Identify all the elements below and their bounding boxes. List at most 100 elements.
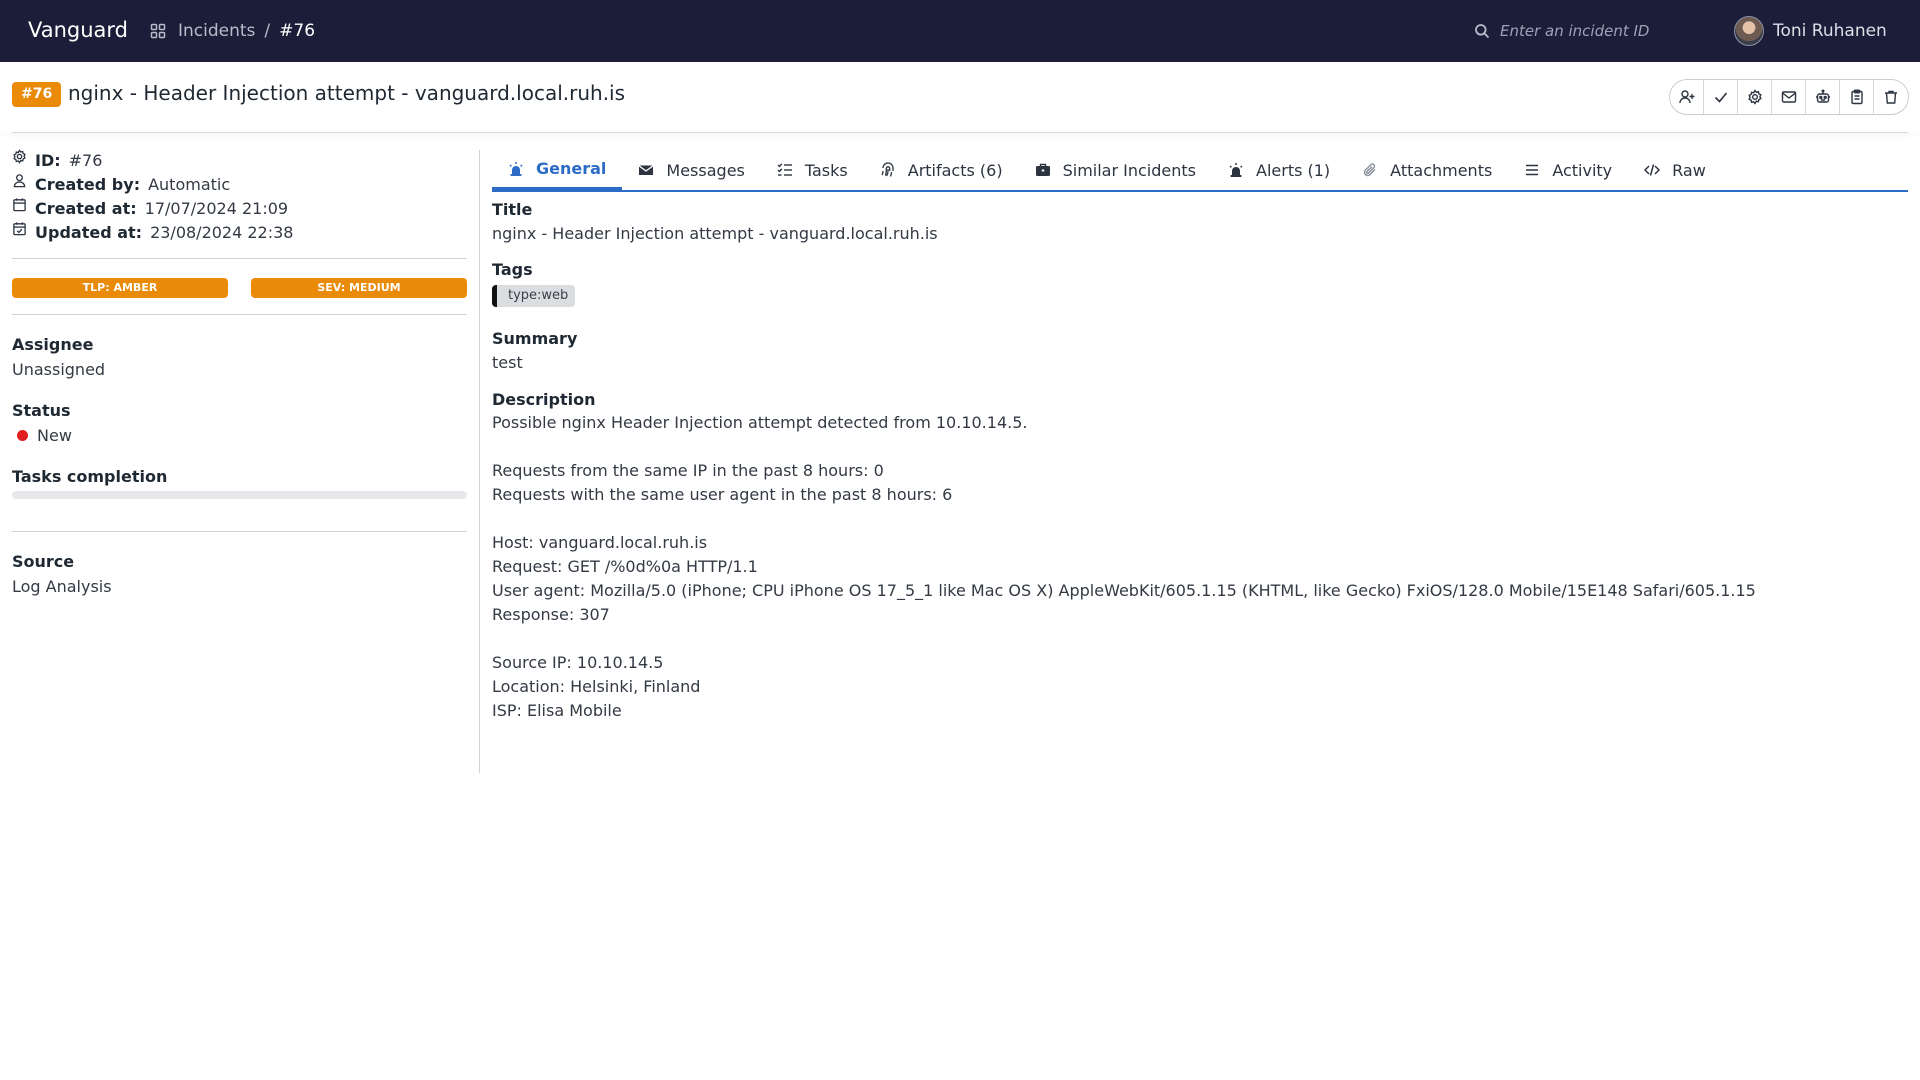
incident-actions xyxy=(1669,79,1909,115)
tab-label: Attachments xyxy=(1390,160,1493,180)
sidebar-divider xyxy=(12,258,467,259)
alarm-icon xyxy=(1229,163,1243,177)
description-line: Requests from the same IP in the past 8 … xyxy=(492,461,884,480)
breadcrumb: Incidents / #76 xyxy=(150,21,315,41)
general-tab-content: Title nginx - Header Injection attempt -… xyxy=(492,200,1892,723)
meta-updated-at: Updated at: 23/08/2024 22:38 xyxy=(12,220,467,244)
user-menu[interactable]: Toni Ruhanen xyxy=(1734,16,1887,46)
incident-sidebar: ID: #76 Created by: Automatic Created at… xyxy=(12,148,467,596)
status-indicator-dot xyxy=(17,430,28,441)
assignee-label: Assignee xyxy=(12,335,94,354)
severity-badge[interactable]: SEV: MEDIUM xyxy=(251,278,467,298)
tlp-badge[interactable]: TLP: AMBER xyxy=(12,278,228,298)
status-value: New xyxy=(37,426,72,445)
sidebar-divider xyxy=(12,531,467,532)
tab-label: Artifacts (6) xyxy=(907,160,1003,180)
description-line: Possible nginx Header Injection attempt … xyxy=(492,413,1028,432)
source-section: Source Log Analysis xyxy=(12,552,467,596)
status-label: Status xyxy=(12,401,71,420)
copy-button[interactable] xyxy=(1840,80,1874,114)
tab-label: Raw xyxy=(1672,160,1706,180)
incident-title: nginx - Header Injection attempt - vangu… xyxy=(68,81,626,105)
summary-label: Summary xyxy=(492,329,578,348)
resolve-button[interactable] xyxy=(1704,80,1738,114)
top-navbar: Vanguard Incidents / #76 Toni Ruhanen xyxy=(0,0,1920,62)
user-name[interactable]: Toni Ruhanen xyxy=(1773,21,1887,41)
tab-messages[interactable]: Messages xyxy=(622,150,760,190)
meta-created-by: Created by: Automatic xyxy=(12,172,467,196)
automation-button[interactable] xyxy=(1806,80,1840,114)
tab-label: Tasks xyxy=(804,160,848,180)
envelope-icon xyxy=(639,165,654,175)
breadcrumb-incidents-link[interactable]: Incidents xyxy=(178,21,255,41)
tab-attachments[interactable]: Attachments xyxy=(1346,150,1508,190)
created-at-label: Created at: xyxy=(35,198,137,218)
created-at-value: 17/07/2024 21:09 xyxy=(144,198,289,218)
description-label: Description xyxy=(492,390,596,409)
paperclip-icon xyxy=(1364,163,1376,177)
assignee-value[interactable]: Unassigned xyxy=(12,360,467,379)
tab-tasks[interactable]: Tasks xyxy=(761,150,864,190)
created-by-label: Created by: xyxy=(35,174,141,194)
tasklist-icon xyxy=(777,163,792,176)
grid-icon xyxy=(150,23,166,39)
description-line: ISP: Elisa Mobile xyxy=(492,701,622,720)
siren-icon xyxy=(509,161,523,176)
gear-icon xyxy=(13,148,26,164)
tab-alerts[interactable]: Alerts (1) xyxy=(1212,150,1346,190)
source-value: Log Analysis xyxy=(12,577,112,596)
tab-artifacts[interactable]: Artifacts (6) xyxy=(864,150,1019,190)
clipboard-icon xyxy=(1850,89,1863,105)
description-line: Requests with the same user agent in the… xyxy=(492,485,953,504)
incident-header: #76 nginx - Header Injection attempt - v… xyxy=(0,62,1920,132)
tab-label: Messages xyxy=(666,160,745,180)
settings-button[interactable] xyxy=(1738,80,1772,114)
gear-icon xyxy=(1747,89,1762,105)
search-input[interactable] xyxy=(1500,22,1670,40)
code-icon xyxy=(1644,164,1661,176)
title-label: Title xyxy=(492,200,533,219)
email-button[interactable] xyxy=(1772,80,1806,114)
user-icon xyxy=(13,173,26,187)
tasks-progress-bar xyxy=(12,491,467,499)
breadcrumb-current: #76 xyxy=(279,21,316,41)
assign-user-icon xyxy=(1678,90,1694,104)
description-body: Possible nginx Header Injection attempt … xyxy=(492,411,1892,723)
description-line xyxy=(492,507,1892,531)
avatar[interactable] xyxy=(1734,16,1764,46)
tab-activity[interactable]: Activity xyxy=(1508,150,1628,190)
status-section: Status New xyxy=(12,401,467,445)
tab-label: Activity xyxy=(1552,160,1613,180)
summary-value: test xyxy=(492,353,523,372)
tab-similar-incidents[interactable]: Similar Incidents xyxy=(1019,150,1212,190)
search-icon xyxy=(1475,24,1490,39)
tab-label: Similar Incidents xyxy=(1062,160,1196,180)
tasks-completion-label: Tasks completion xyxy=(12,467,168,486)
updated-at-value: 23/08/2024 22:38 xyxy=(150,222,294,242)
tags-label: Tags xyxy=(492,260,533,279)
tab-general[interactable]: General xyxy=(492,150,623,190)
brand-logo[interactable]: Vanguard xyxy=(28,18,128,42)
description-line: Location: Helsinki, Finland xyxy=(492,677,701,696)
meta-id: ID: #76 xyxy=(12,148,467,172)
robot-icon xyxy=(1815,89,1830,103)
assignee-section: Assignee Unassigned xyxy=(12,335,467,379)
delete-button[interactable] xyxy=(1874,80,1908,114)
description-line: Host: vanguard.local.ruh.is xyxy=(492,533,708,552)
incident-search xyxy=(1474,20,1674,42)
assign-user-button[interactable] xyxy=(1670,80,1704,114)
column-divider xyxy=(479,150,480,773)
check-icon xyxy=(1714,92,1727,103)
id-label: ID: xyxy=(35,150,61,170)
header-divider xyxy=(12,132,1908,133)
tab-raw[interactable]: Raw xyxy=(1628,150,1722,190)
status-value-row[interactable]: New xyxy=(12,426,467,445)
tab-label: General xyxy=(536,159,607,178)
mail-icon xyxy=(1781,91,1796,103)
classification-pills: TLP: AMBER SEV: MEDIUM xyxy=(12,278,467,298)
tab-label: Alerts (1) xyxy=(1256,160,1331,180)
tag-chip[interactable]: type:web xyxy=(492,285,576,307)
calendar-check-icon xyxy=(13,221,26,235)
incident-id-badge: #76 xyxy=(12,82,62,107)
tasks-completion-section: Tasks completion xyxy=(12,467,467,499)
